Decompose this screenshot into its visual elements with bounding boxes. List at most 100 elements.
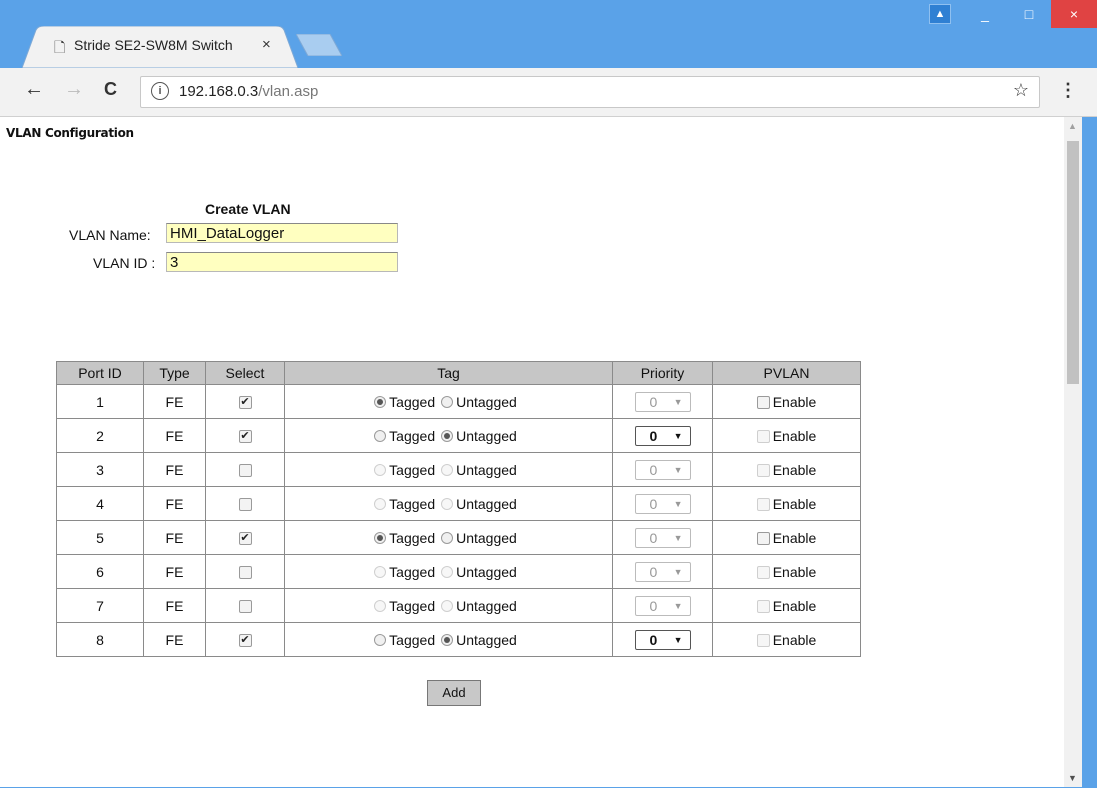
untagged-radio[interactable] <box>441 634 454 647</box>
priority-select[interactable]: 0 ▼ <box>634 425 691 446</box>
priority-select[interactable]: 0 ▼ <box>634 561 691 582</box>
priority-select[interactable]: 0 ▼ <box>634 595 691 616</box>
browser-toolbar: ← → C i 192.168.0.3/vlan.asp ☆ ⋮ <box>0 68 1097 117</box>
untagged-radio[interactable] <box>441 600 454 613</box>
select-checkbox[interactable]: ✔ <box>238 634 252 648</box>
select-checkbox[interactable]: ✔ <box>238 396 252 410</box>
untagged-label: Untagged <box>456 496 517 513</box>
untagged-radio[interactable] <box>441 464 454 477</box>
select-checkbox[interactable] <box>238 498 252 512</box>
pvlan-enable-checkbox[interactable] <box>756 429 770 443</box>
address-bar[interactable]: i 192.168.0.3/vlan.asp ☆ <box>140 76 1040 108</box>
tag-cell: Tagged Untagged <box>284 418 613 453</box>
priority-select[interactable]: 0 ▼ <box>634 493 691 514</box>
tagged-radio[interactable] <box>374 600 387 613</box>
pvlan-enable-checkbox[interactable] <box>756 633 770 647</box>
pvlan-enable-label: Enable <box>772 428 817 445</box>
vlan-id-input[interactable]: 3 <box>166 252 398 272</box>
untagged-radio[interactable] <box>441 532 454 545</box>
tagged-radio[interactable] <box>374 430 387 443</box>
priority-select[interactable]: 0 ▼ <box>634 527 691 548</box>
pvlan-enable-checkbox[interactable] <box>756 395 770 409</box>
priority-cell: 0 ▼ <box>612 418 713 453</box>
untagged-radio[interactable] <box>441 566 454 579</box>
minimize-button[interactable]: _ <box>963 0 1007 28</box>
select-checkbox[interactable] <box>238 464 252 478</box>
pvlan-enable-checkbox[interactable] <box>756 599 770 613</box>
pvlan-enable-checkbox[interactable] <box>756 463 770 477</box>
priority-cell: 0 ▼ <box>612 554 713 589</box>
type-cell: FE <box>143 622 206 657</box>
dropdown-arrow-icon: ▼ <box>673 566 683 577</box>
column-header-type: Type <box>143 361 206 385</box>
vlan-id-label: VLAN ID : <box>93 255 156 271</box>
scrollbar-thumb[interactable] <box>1067 141 1079 384</box>
tagged-label: Tagged <box>389 530 436 547</box>
forward-arrow-icon[interactable]: → <box>64 78 84 101</box>
priority-value: 0 <box>649 529 658 546</box>
priority-select[interactable]: 0 ▼ <box>634 459 691 480</box>
pvlan-enable-checkbox[interactable] <box>756 565 770 579</box>
type-cell: FE <box>143 588 206 623</box>
column-header-tag: Tag <box>284 361 613 385</box>
tagged-radio[interactable] <box>374 498 387 511</box>
tagged-radio[interactable] <box>374 566 387 579</box>
untagged-label: Untagged <box>456 632 517 649</box>
select-checkbox[interactable] <box>238 600 252 614</box>
scroll-up-arrow-icon[interactable]: ▲ <box>1068 121 1077 131</box>
bookmark-star-icon[interactable]: ☆ <box>1013 80 1029 101</box>
tagged-radio[interactable] <box>374 396 387 409</box>
dropdown-arrow-icon: ▼ <box>673 396 683 407</box>
column-header-pvlan: PVLAN <box>712 361 861 385</box>
maximize-button[interactable]: □ <box>1007 0 1051 28</box>
tagged-radio[interactable] <box>374 532 387 545</box>
tagged-label: Tagged <box>389 496 436 513</box>
untagged-radio[interactable] <box>441 498 454 511</box>
type-cell: FE <box>143 452 206 487</box>
info-icon[interactable]: i <box>151 82 169 100</box>
tagged-radio[interactable] <box>374 464 387 477</box>
port-id-cell: 7 <box>56 588 144 623</box>
add-button[interactable]: Add <box>427 680 481 706</box>
browser-menu-icon[interactable]: ⋮ <box>1059 80 1077 101</box>
tab-close-icon[interactable]: × <box>262 36 271 53</box>
select-checkbox[interactable]: ✔ <box>238 430 252 444</box>
table-row: 1 FE ✔ Tagged Untagged 0 ▼ Enable <box>56 384 861 419</box>
select-checkbox[interactable]: ✔ <box>238 532 252 546</box>
new-tab-button[interactable] <box>296 34 342 56</box>
select-cell <box>205 452 285 487</box>
tagged-label: Tagged <box>389 428 436 445</box>
port-table: Port ID Type Select Tag Priority PVLAN 1… <box>56 361 861 657</box>
pvlan-enable-checkbox[interactable] <box>756 531 770 545</box>
reload-icon[interactable]: C <box>104 79 117 100</box>
select-checkbox[interactable] <box>238 566 252 580</box>
pvlan-cell: Enable <box>712 486 861 521</box>
port-id-cell: 5 <box>56 520 144 555</box>
vertical-scrollbar[interactable]: ▲ ▼ <box>1064 117 1082 787</box>
tagged-radio[interactable] <box>374 634 387 647</box>
title-bar: 🗋 Stride SE2-SW8M Switch × ▲ _ □ × <box>0 0 1097 68</box>
document-icon: 🗋 <box>54 39 66 55</box>
priority-select[interactable]: 0 ▼ <box>634 391 691 412</box>
priority-cell: 0 ▼ <box>612 520 713 555</box>
user-profile-icon[interactable]: ▲ <box>927 0 953 28</box>
scroll-down-arrow-icon[interactable]: ▼ <box>1068 773 1077 783</box>
type-cell: FE <box>143 520 206 555</box>
pvlan-enable-checkbox[interactable] <box>756 497 770 511</box>
url-text[interactable]: 192.168.0.3/vlan.asp <box>179 83 318 100</box>
pvlan-cell: Enable <box>712 520 861 555</box>
close-window-button[interactable]: × <box>1051 0 1097 28</box>
back-arrow-icon[interactable]: ← <box>24 78 44 101</box>
priority-value: 0 <box>649 631 658 648</box>
priority-value: 0 <box>649 563 658 580</box>
pvlan-enable-label: Enable <box>772 632 817 649</box>
vlan-name-input[interactable]: HMI_DataLogger <box>166 223 398 243</box>
untagged-radio[interactable] <box>441 396 454 409</box>
untagged-radio[interactable] <box>441 430 454 443</box>
column-header-port-id: Port ID <box>56 361 144 385</box>
select-cell: ✔ <box>205 622 285 657</box>
dropdown-arrow-icon: ▼ <box>673 600 683 611</box>
priority-select[interactable]: 0 ▼ <box>634 629 691 650</box>
priority-cell: 0 ▼ <box>612 588 713 623</box>
dropdown-arrow-icon: ▼ <box>673 498 683 509</box>
